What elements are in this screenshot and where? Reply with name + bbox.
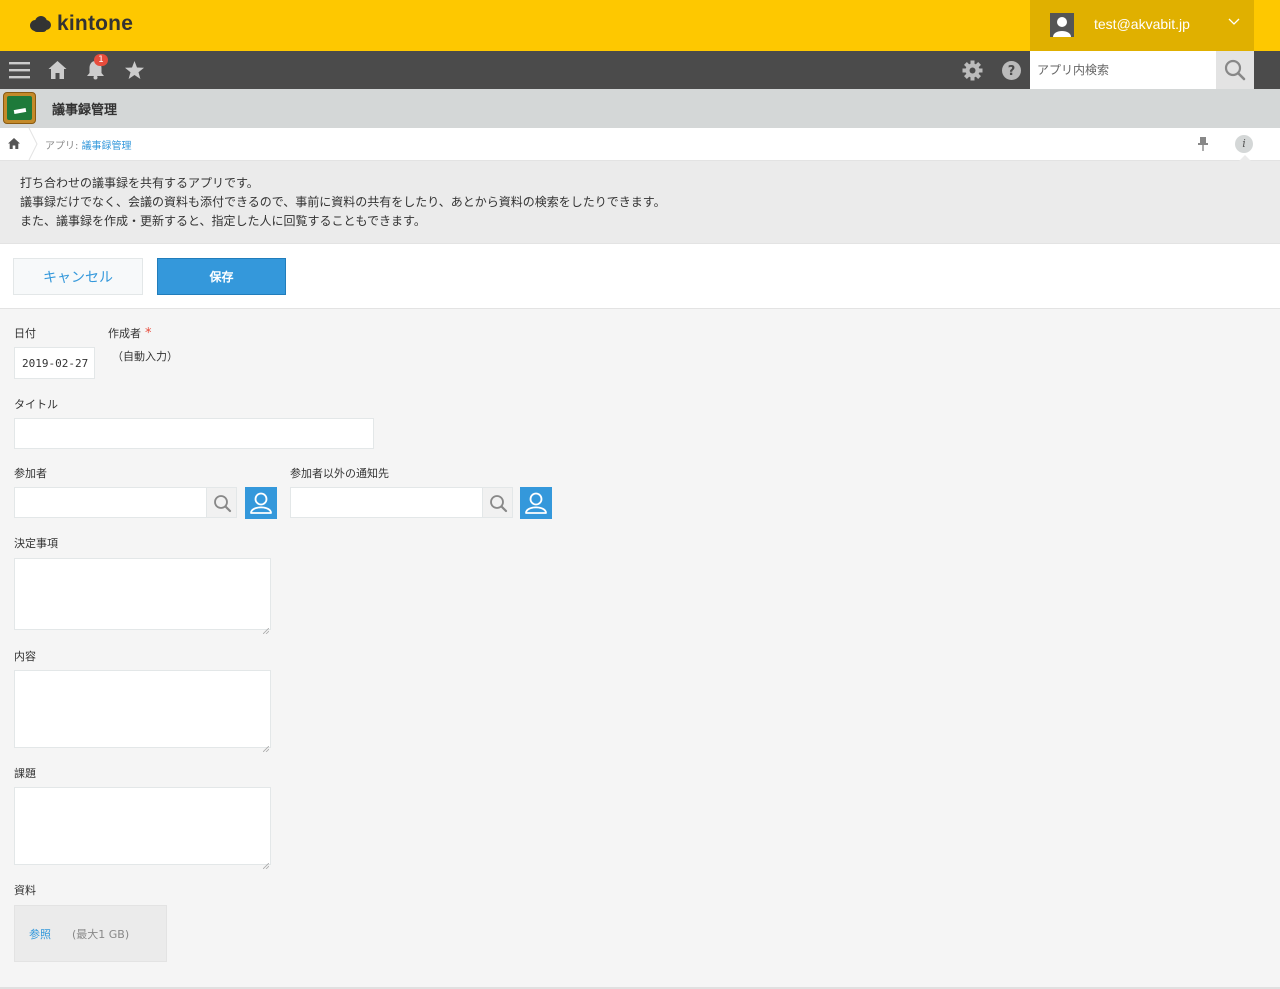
author-label: 作成者 (108, 327, 141, 340)
info-icon[interactable]: i (1235, 135, 1253, 153)
action-bar: キャンセル 保存 (0, 243, 1280, 309)
content-textarea[interactable] (14, 670, 271, 748)
participants-input[interactable] (14, 487, 207, 518)
menu-icon[interactable] (9, 60, 30, 83)
user-outline-icon (525, 492, 547, 514)
breadcrumb: アプリ: 議事録管理 (0, 127, 1280, 161)
logo-text: kintone (57, 12, 134, 35)
resize-handle-icon[interactable] (262, 623, 270, 635)
search-button[interactable] (1216, 51, 1254, 89)
top-header: kintone test@akvabit.jp (0, 0, 1280, 51)
user-silhouette-icon (1053, 17, 1071, 37)
issues-textarea[interactable] (14, 787, 271, 865)
cloud-logo-icon (28, 15, 52, 33)
user-email: test@akvabit.jp (1094, 16, 1190, 32)
breadcrumb-home-icon[interactable] (0, 128, 30, 160)
attachments-label: 資料 (14, 884, 36, 897)
date-label: 日付 (14, 327, 36, 340)
svg-text:?: ? (1008, 64, 1016, 79)
description-line: また、議事録を作成・更新すると、指定した人に回覧することもできます。 (20, 214, 426, 228)
browse-link[interactable]: 参照 (29, 926, 51, 942)
save-button[interactable]: 保存 (157, 258, 286, 295)
app-header: 議事録管理 (0, 89, 1280, 128)
chevron-down-icon (1228, 18, 1240, 29)
issues-label: 課題 (14, 767, 36, 780)
breadcrumb-separator (28, 127, 38, 161)
user-outline-icon (250, 492, 272, 514)
title-field[interactable] (14, 418, 374, 449)
app-search-input[interactable] (1030, 51, 1216, 89)
file-upload-area[interactable]: 参照 (最大1 GB) (14, 905, 167, 962)
star-icon[interactable] (124, 60, 145, 83)
user-menu[interactable]: test@akvabit.jp (1030, 0, 1254, 51)
search-icon (214, 495, 232, 513)
chalkboard-app-icon (3, 92, 36, 124)
app-title: 議事録管理 (52, 103, 118, 118)
home-icon[interactable] (48, 60, 67, 83)
notify-others-user-picker-button[interactable] (520, 487, 552, 519)
breadcrumb-app-link[interactable]: 議事録管理 (82, 141, 132, 152)
max-size-note: (最大1 GB) (72, 928, 130, 941)
search-icon (1224, 59, 1246, 81)
participants-label: 参加者 (14, 467, 47, 480)
notify-others-search-button[interactable] (482, 487, 513, 518)
app-description: 打ち合わせの議事録を共有するアプリです。 議事録だけでなく、会議の資料も添付でき… (0, 161, 1280, 243)
avatar (1050, 13, 1074, 37)
date-field[interactable] (14, 347, 95, 379)
kintone-logo[interactable]: kintone (28, 12, 133, 36)
title-label: タイトル (14, 398, 58, 411)
decisions-textarea[interactable] (14, 558, 271, 630)
description-line: 打ち合わせの議事録を共有するアプリです。 (20, 176, 259, 190)
notify-others-input[interactable] (290, 487, 483, 518)
notification-badge: 1 (94, 54, 108, 66)
pin-icon[interactable] (1196, 136, 1210, 152)
gear-icon[interactable] (962, 60, 983, 84)
content-label: 内容 (14, 650, 36, 663)
required-mark: * (145, 326, 152, 341)
breadcrumb-prefix: アプリ: (45, 141, 82, 152)
participants-search-button[interactable] (206, 487, 237, 518)
cancel-button[interactable]: キャンセル (13, 258, 143, 295)
description-line: 議事録だけでなく、会議の資料も添付できるので、事前に資料の共有をしたり、あとから… (20, 195, 666, 209)
help-icon[interactable]: ? (1001, 60, 1022, 84)
resize-handle-icon[interactable] (262, 741, 270, 753)
participants-user-picker-button[interactable] (245, 487, 277, 519)
decisions-label: 決定事項 (14, 537, 58, 550)
notify-others-label: 参加者以外の通知先 (290, 467, 389, 480)
author-auto-value: （自動入力） (112, 350, 178, 363)
search-icon (490, 495, 508, 513)
resize-handle-icon[interactable] (262, 858, 270, 870)
